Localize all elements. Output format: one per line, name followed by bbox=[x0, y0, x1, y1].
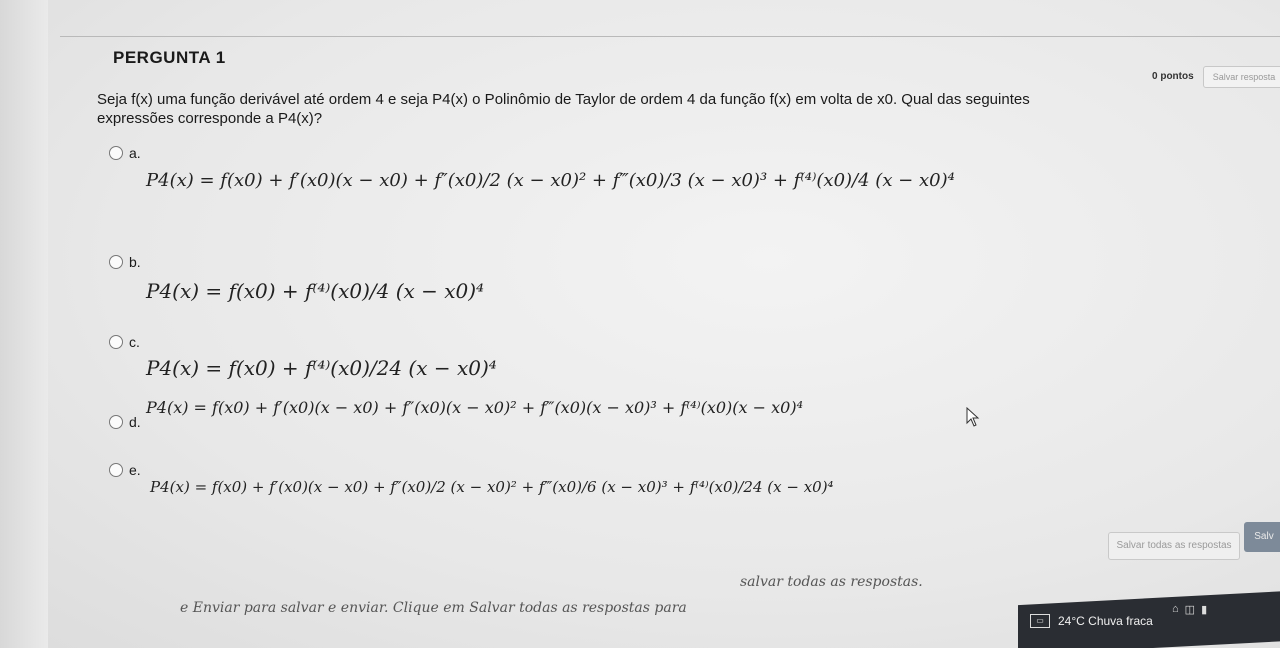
radio-option-d[interactable] bbox=[109, 415, 123, 429]
weather-icon: ▭ bbox=[1030, 614, 1050, 628]
option-d-formula: P4(x) = f(x0) + f′(x0)(x − x0) + f″(x0)(… bbox=[146, 398, 803, 417]
question-stem: Seja f(x) uma função derivável até ordem… bbox=[97, 90, 1057, 128]
left-margin bbox=[0, 0, 48, 648]
radio-option-b[interactable] bbox=[109, 255, 123, 269]
option-e[interactable]: e. bbox=[109, 462, 145, 478]
option-a-formula: P4(x) = f(x0) + f′(x0)(x − x0) + f″(x0)/… bbox=[146, 170, 955, 191]
option-a[interactable]: a. bbox=[109, 145, 145, 161]
volume-icon[interactable]: ◫ bbox=[1185, 603, 1195, 616]
question-stem-line1: Seja f(x) uma função derivável até ordem… bbox=[97, 91, 1030, 108]
footer-instructions: e Enviar para salvar e enviar. Clique em… bbox=[180, 600, 687, 616]
battery-icon[interactable]: ▮ bbox=[1201, 603, 1207, 616]
taskbar-weather[interactable]: ▭ 24°C Chuva fraca bbox=[1030, 614, 1153, 628]
option-c-letter: c. bbox=[129, 334, 140, 350]
footer-instructions-end: salvar todas as respostas. bbox=[740, 574, 923, 590]
radio-option-c[interactable] bbox=[109, 335, 123, 349]
option-e-letter: e. bbox=[129, 462, 141, 478]
option-b-formula: P4(x) = f(x0) + f⁽⁴⁾(x0)/4 (x − x0)⁴ bbox=[146, 279, 485, 303]
option-b[interactable]: b. bbox=[109, 254, 145, 270]
option-c-formula: P4(x) = f(x0) + f⁽⁴⁾(x0)/24 (x − x0)⁴ bbox=[146, 356, 497, 380]
question-title: PERGUNTA 1 bbox=[113, 48, 226, 67]
system-tray: ⌂ ◫ ▮ bbox=[1172, 603, 1207, 616]
weather-text: 24°C Chuva fraca bbox=[1058, 614, 1153, 628]
radio-option-e[interactable] bbox=[109, 463, 123, 477]
question-points: 0 pontos bbox=[1152, 71, 1194, 82]
option-c[interactable]: c. bbox=[109, 334, 144, 350]
network-icon[interactable]: ⌂ bbox=[1172, 603, 1179, 616]
save-all-answers-button[interactable]: Salvar todas as respostas bbox=[1108, 532, 1240, 560]
option-d[interactable]: d. bbox=[109, 414, 145, 430]
option-e-formula: P4(x) = f(x0) + f′(x0)(x − x0) + f″(x0)/… bbox=[150, 478, 834, 496]
radio-option-a[interactable] bbox=[109, 146, 123, 160]
quiz-page: PERGUNTA 1 0 pontos Salvar resposta Seja… bbox=[0, 0, 1280, 648]
question-stem-line2: expressões corresponde a P4(x)? bbox=[97, 110, 323, 127]
option-d-letter: d. bbox=[129, 414, 141, 430]
option-a-letter: a. bbox=[129, 145, 141, 161]
header-divider bbox=[60, 36, 1280, 37]
save-and-submit-button[interactable]: Salv bbox=[1244, 522, 1280, 552]
save-answer-button[interactable]: Salvar resposta bbox=[1203, 66, 1280, 88]
option-b-letter: b. bbox=[129, 254, 141, 270]
